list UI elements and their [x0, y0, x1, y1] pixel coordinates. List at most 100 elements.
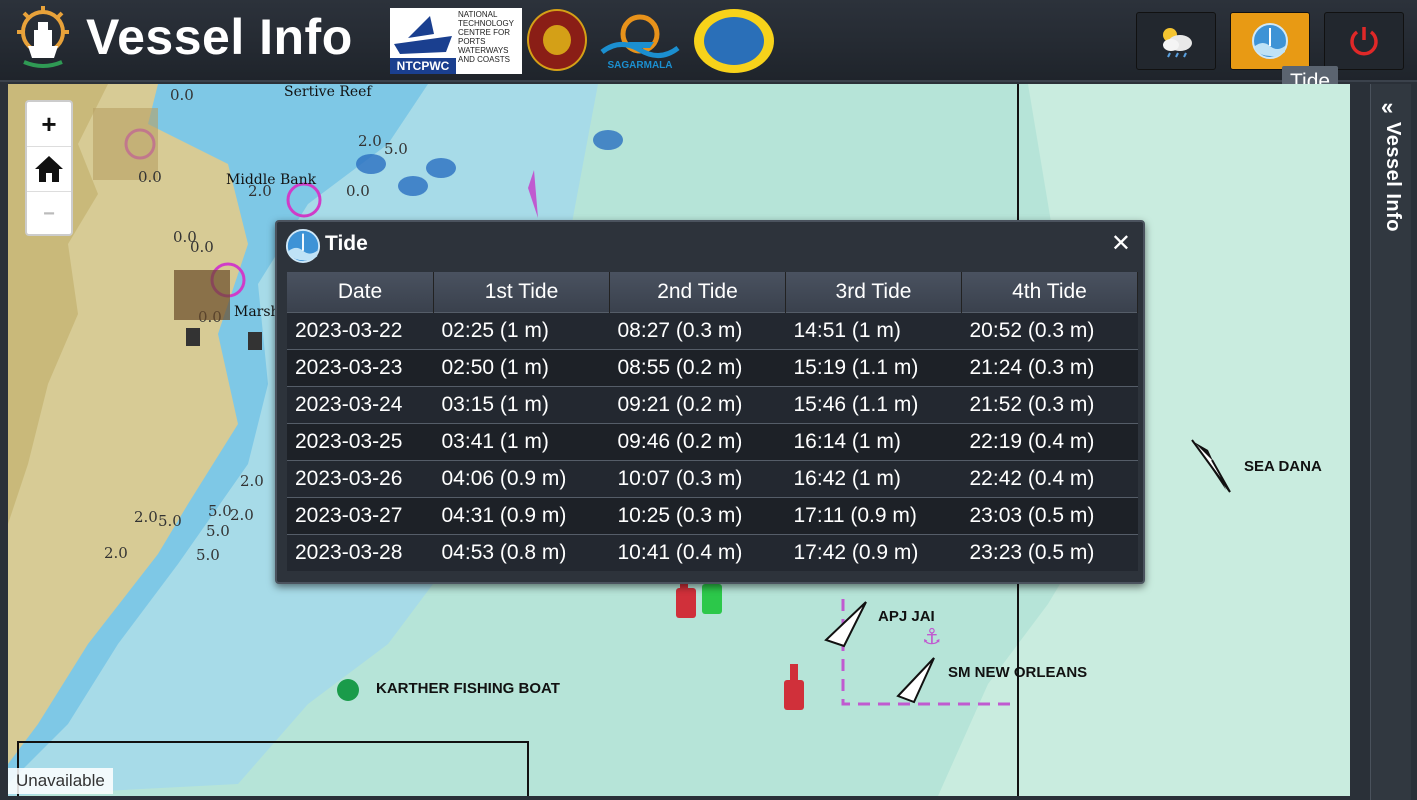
power-button[interactable] — [1324, 12, 1404, 70]
sagarmala-text: SAGARMALA — [607, 60, 673, 71]
table-cell: 02:50 (1 m) — [433, 349, 610, 387]
app-logo-ship-icon — [17, 6, 69, 68]
home-button[interactable] — [27, 147, 71, 192]
table-cell: 04:53 (0.8 m) — [433, 534, 610, 571]
table-cell: 17:11 (0.9 m) — [785, 497, 962, 535]
weather-button[interactable] — [1136, 12, 1216, 70]
vessel-label[interactable]: KARTHER FISHING BOAT — [376, 680, 560, 697]
table-cell: 10:25 (0.3 m) — [609, 497, 786, 535]
app-header: Vessel Info NTCPWC NATIONAL TECHNOLOGY C… — [0, 0, 1417, 82]
weather-cloud-sun-icon — [1163, 28, 1192, 58]
column-header-date[interactable]: Date — [287, 272, 434, 313]
vessel-label[interactable]: SEA DANA — [1244, 458, 1322, 475]
column-header-2nd-tide[interactable]: 2nd Tide — [609, 272, 786, 313]
svg-text:0.0: 0.0 — [170, 86, 194, 104]
svg-text:2.0: 2.0 — [358, 132, 382, 150]
svg-text:5.0: 5.0 — [208, 502, 232, 520]
tide-table: Date 1st Tide 2nd Tide 3rd Tide 4th Tide… — [287, 272, 1138, 571]
table-cell: 2023-03-25 — [287, 423, 434, 461]
table-cell: 08:55 (0.2 m) — [609, 349, 786, 387]
table-cell: 08:27 (0.3 m) — [609, 312, 786, 350]
table-cell: 10:07 (0.3 m) — [609, 460, 786, 498]
chart-label-marsh: Marsh — [234, 304, 280, 320]
table-cell: 09:46 (0.2 m) — [609, 423, 786, 461]
table-cell: 04:06 (0.9 m) — [433, 460, 610, 498]
column-header-1st-tide[interactable]: 1st Tide — [433, 272, 610, 313]
svg-text:5.0: 5.0 — [196, 546, 220, 564]
tide-button[interactable] — [1230, 12, 1310, 70]
zoom-in-button[interactable]: + — [27, 102, 71, 147]
table-cell: 15:19 (1.1 m) — [785, 349, 962, 387]
power-icon — [1350, 27, 1378, 56]
svg-text:5.0: 5.0 — [206, 522, 230, 540]
map-zoom-control: + − — [25, 100, 73, 236]
ntcpwc-ship-icon — [394, 16, 452, 54]
close-icon[interactable]: ✕ — [1111, 232, 1131, 256]
table-cell: 14:51 (1 m) — [785, 312, 962, 350]
table-cell: 22:19 (0.4 m) — [961, 423, 1138, 461]
table-cell: 20:52 (0.3 m) — [961, 312, 1138, 350]
table-cell: 15:46 (1.1 m) — [785, 386, 962, 424]
ntcpwc-logo: NTCPWC NATIONAL TECHNOLOGY CENTRE FOR PO… — [390, 8, 522, 74]
iit-madras-logo — [527, 9, 587, 71]
ntcpwc-text: NATIONAL TECHNOLOGY CENTRE FOR PORTS WAT… — [458, 10, 514, 64]
home-icon — [35, 156, 63, 182]
table-row: 2023-03-23 02:50 (1 m) 08:55 (0.2 m) 15:19 … — [287, 349, 1138, 387]
tide-icon — [285, 228, 321, 264]
chart-label-reef: Sertive Reef — [284, 84, 372, 100]
svg-text:0.0: 0.0 — [346, 182, 370, 200]
table-cell: 23:23 (0.5 m) — [961, 534, 1138, 571]
sidebar-title: Vessel Info — [1382, 122, 1404, 232]
table-cell: 21:52 (0.3 m) — [961, 386, 1138, 424]
status-unavailable: Unavailable — [8, 768, 113, 794]
table-cell: 2023-03-22 — [287, 312, 434, 350]
vessel-label[interactable]: SM NEW ORLEANS — [948, 664, 1087, 681]
svg-text:5.0: 5.0 — [384, 140, 408, 158]
table-row: 2023-03-26 04:06 (0.9 m) 10:07 (0.3 m) 16:4… — [287, 460, 1138, 498]
table-row: 2023-03-27 04:31 (0.9 m) 10:25 (0.3 m) 17:1… — [287, 497, 1138, 535]
table-row: 2023-03-28 04:53 (0.8 m) 10:41 (0.4 m) 17:4… — [287, 534, 1138, 571]
table-cell: 16:14 (1 m) — [785, 423, 962, 461]
table-cell: 03:15 (1 m) — [433, 386, 610, 424]
tamilnadu-maritime-logo — [694, 9, 774, 73]
column-header-3rd-tide[interactable]: 3rd Tide — [785, 272, 962, 313]
table-cell: 21:24 (0.3 m) — [961, 349, 1138, 387]
table-cell: 04:31 (0.9 m) — [433, 497, 610, 535]
tide-dialog: Tide ✕ Date 1st Tide 2nd Tide 3rd Tide 4… — [275, 220, 1145, 584]
table-cell: 02:25 (1 m) — [433, 312, 610, 350]
tide-dialog-header: Tide ✕ — [277, 222, 1143, 268]
app-title: Vessel Info — [86, 9, 353, 65]
sagarmala-logo: SAGARMALA — [598, 8, 682, 74]
table-cell: 22:42 (0.4 m) — [961, 460, 1138, 498]
table-cell: 16:42 (1 m) — [785, 460, 962, 498]
table-row: 2023-03-25 03:41 (1 m) 09:46 (0.2 m) 16:14 … — [287, 423, 1138, 461]
svg-text:2.0: 2.0 — [230, 506, 254, 524]
table-cell: 10:41 (0.4 m) — [609, 534, 786, 571]
table-cell: 17:42 (0.9 m) — [785, 534, 962, 571]
svg-text:2.0: 2.0 — [134, 508, 158, 526]
vessel-info-sidebar[interactable]: « Vessel Info — [1370, 84, 1411, 800]
column-header-4th-tide[interactable]: 4th Tide — [961, 272, 1138, 313]
tide-dialog-title: Tide — [325, 232, 368, 255]
table-cell: 03:41 (1 m) — [433, 423, 610, 461]
svg-text:0.0: 0.0 — [138, 168, 162, 186]
svg-text:2.0: 2.0 — [104, 544, 128, 562]
tide-icon — [1252, 23, 1288, 59]
svg-text:⚓: ⚓ — [922, 625, 942, 650]
table-cell: 2023-03-23 — [287, 349, 434, 387]
table-row: 2023-03-22 02:25 (1 m) 08:27 (0.3 m) 14:51 … — [287, 312, 1138, 350]
svg-text:0.0: 0.0 — [173, 228, 197, 246]
table-cell: 2023-03-24 — [287, 386, 434, 424]
table-cell: 2023-03-28 — [287, 534, 434, 571]
table-cell: 2023-03-27 — [287, 497, 434, 535]
table-cell: 2023-03-26 — [287, 460, 434, 498]
table-cell: 09:21 (0.2 m) — [609, 386, 786, 424]
svg-text:2.0: 2.0 — [240, 472, 264, 490]
ntcpwc-tag: NTCPWC — [390, 58, 456, 74]
zoom-out-button[interactable]: − — [27, 192, 71, 236]
table-row: 2023-03-24 03:15 (1 m) 09:21 (0.2 m) 15:46 … — [287, 386, 1138, 424]
vessel-label[interactable]: APJ JAI — [878, 608, 935, 625]
chart-label-bank: Middle Bank — [226, 172, 317, 188]
svg-text:5.0: 5.0 — [158, 512, 182, 530]
sidebar-collapse-icon[interactable]: « — [1381, 94, 1393, 120]
